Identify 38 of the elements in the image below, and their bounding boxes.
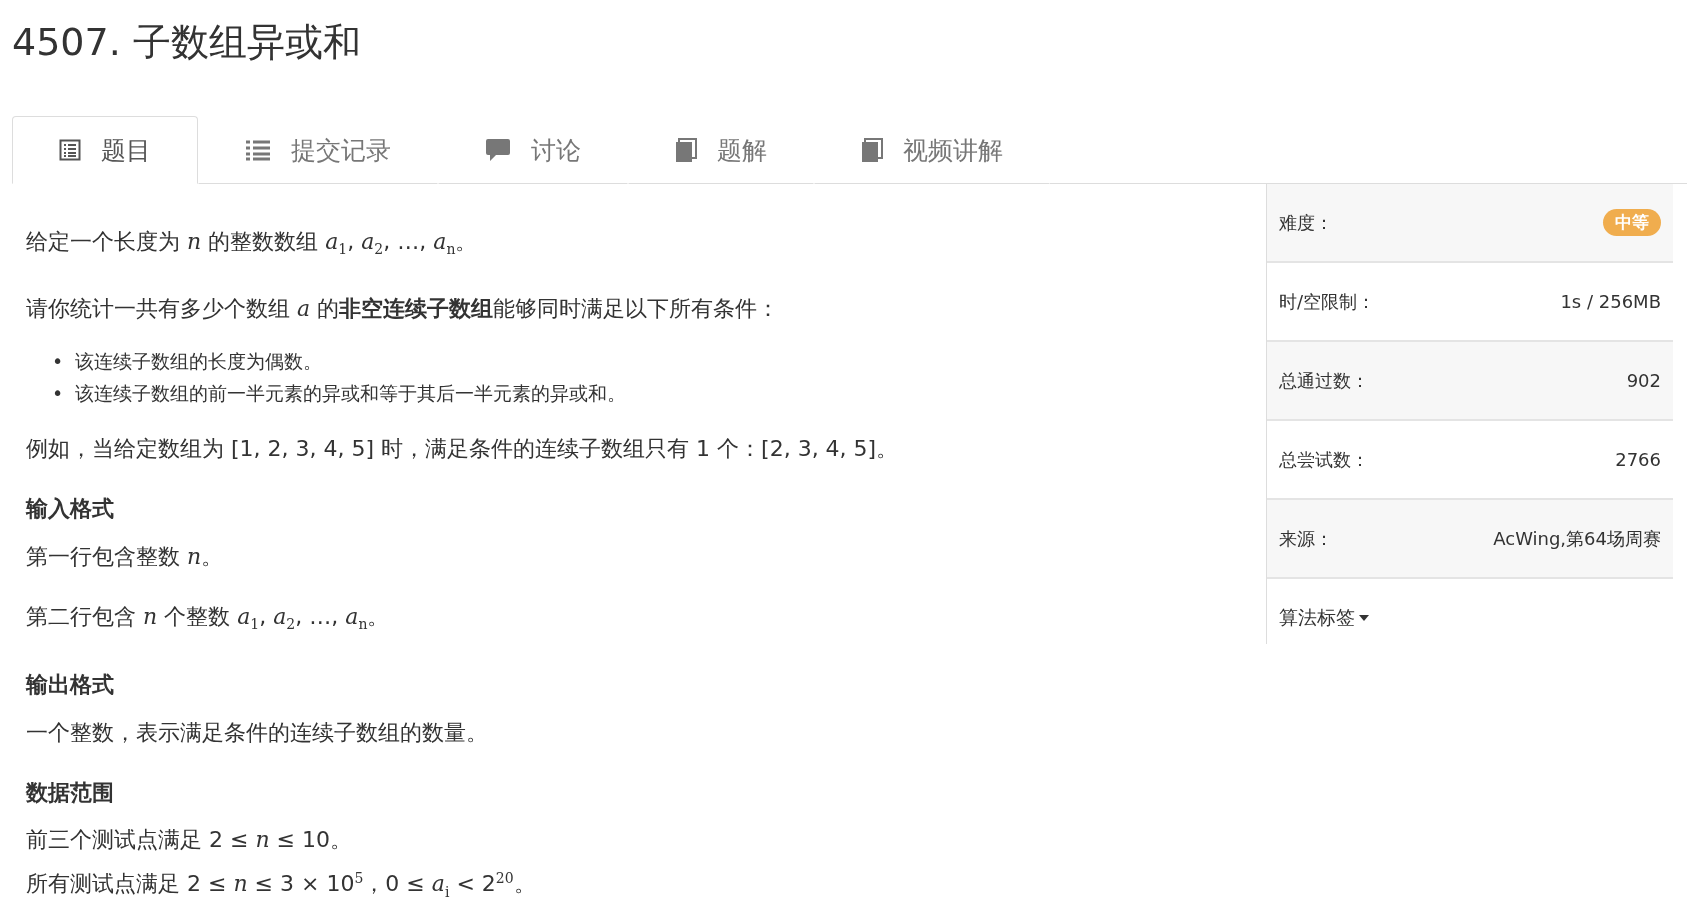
section-heading: 数据范围 — [26, 778, 115, 807]
info-label: 时/空限制： — [1279, 289, 1376, 314]
info-label: 难度： — [1279, 210, 1333, 235]
list-item: 该连续子数组的长度为偶数。 — [75, 349, 323, 375]
tab[interactable]: 提交记录 — [198, 116, 438, 184]
info-label: 总尝试数： — [1279, 447, 1369, 472]
tab[interactable]: 视频讲解 — [814, 116, 1050, 184]
constraint-line: 所有测试点满足 2 ≤ n ≤ 3 × 10$^{5}$，0 ≤ a$_{i}$ < 2$^{20}$。 — [26, 868, 537, 902]
info-value: 2766 — [1615, 449, 1661, 470]
tab[interactable]: 题解 — [628, 116, 814, 184]
list-icon — [245, 139, 271, 161]
list-item: 该连续子数组的前一半元素的异或和等于其后一半元素的异或和。 — [75, 381, 627, 407]
section-heading: 输入格式 — [26, 495, 115, 524]
difficulty-badge: 中等 — [1603, 209, 1661, 236]
info-label: 总通过数： — [1279, 368, 1369, 393]
paragraph: 请你统计一共有多少个数组 a 的非空连续子数组能够同时满足以下所有条件： — [26, 295, 781, 324]
bullet: • — [52, 381, 64, 407]
book-icon — [675, 138, 697, 162]
tags-dropdown[interactable]: 算法标签 — [1279, 604, 1369, 631]
paragraph: 第二行包含 n 个整数 a$_{1}$, a$_{2}$, …, a$_{n}$。 — [26, 603, 391, 635]
tab[interactable]: 讨论 — [438, 116, 628, 184]
info-value: 1s / 256MB — [1560, 291, 1661, 312]
bullet: • — [52, 349, 64, 375]
info-label: 来源： — [1279, 526, 1333, 551]
constraint-line: 前三个测试点满足 2 ≤ n ≤ 10。 — [26, 825, 353, 854]
book-icon — [861, 138, 883, 162]
info-value: 902 — [1626, 370, 1661, 391]
problem-title: 4507. 子数组异或和 — [11, 19, 362, 66]
info-value: AcWing,第64场周赛 — [1493, 526, 1661, 551]
document-icon — [59, 139, 81, 161]
paragraph: 例如，当给定数组为 [1, 2, 3, 4, 5] 时，满足条件的连续子数组只有 1 个：[2, 3, 4, 5]。 — [26, 435, 900, 464]
paragraph: 给定一个长度为 n 的整数数组 a$_{1}$, a$_{2}$, …, a$_{n}$。 — [26, 228, 479, 260]
paragraph: 第一行包含整数 n。 — [26, 543, 225, 572]
tab[interactable]: 题目 — [12, 116, 198, 184]
speech-bubble-icon — [485, 138, 511, 162]
caret-icon — [1359, 614, 1369, 621]
paragraph: 一个整数，表示满足条件的连续子数组的数量。 — [26, 718, 489, 747]
section-heading: 输出格式 — [26, 670, 115, 699]
